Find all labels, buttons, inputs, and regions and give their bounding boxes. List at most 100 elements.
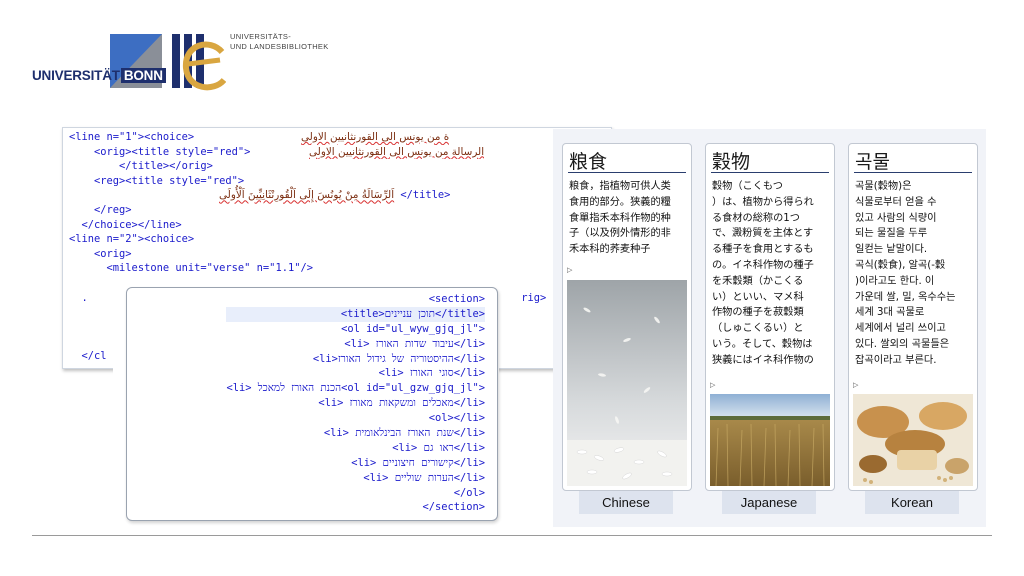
card-text-line: 子（以及例外情形的非 [569, 228, 671, 240]
university-logo: UNIVERSITÄT BONN UNIVERSITÄTS- UND LANDES… [32, 32, 329, 96]
card-text-line: 가운데 쌀, 밀, 옥수수는 [855, 291, 956, 303]
card-title: 곡물 [855, 151, 890, 173]
rice-grains-photo [567, 280, 687, 486]
xml-markup: </cl [69, 349, 107, 362]
bread-grains-photo [853, 394, 973, 486]
card-text-line: いう。そして、穀物は [712, 338, 813, 350]
card-text-line: 있다. 쌀외의 곡물들은 [855, 338, 950, 350]
card-text-line: 세계 3대 곡물로 [855, 307, 925, 319]
hebrew-code-line: <li> עיבוד שדות האורז</li> [344, 337, 485, 350]
hebrew-code-line: <ol></li> [428, 412, 485, 425]
card-text-line: 作物の種子を菽穀類 [712, 307, 804, 319]
xml-code-line: <reg><title style="red"> [69, 174, 450, 189]
card-korean: 곡물 곡물(穀物)은식물로부터 얻을 수있고 사람의 식량이되는 물질을 두루일… [848, 143, 978, 491]
xml-markup: <milestone unit="verse" n="1.1"/> [69, 262, 313, 275]
card-japanese: 穀物 穀物（こくもつ ）は、植物から得られ る食材の総称の1つで、澱粉質を主体とする… [705, 143, 835, 491]
xml-markup: </choice></line> [69, 218, 182, 231]
hebrew-code-line: <li> ראו גם</li> [392, 441, 485, 454]
card-text-line: 食用的部分。狭義的糧 [569, 196, 671, 208]
card-text-line: 되는 물질을 두루 [855, 228, 928, 240]
university-wordmark: UNIVERSITÄT BONN [32, 68, 166, 83]
wheat-field-photo [710, 394, 830, 486]
xml-code-line: </title></orig> [69, 159, 450, 174]
xml-code-line: اَلرِّسَالَةُ مِنْ يُونُسَ إِلَى اَلْقُو… [69, 188, 450, 203]
expand-arrow-icon[interactable]: ▷ [710, 381, 715, 389]
card-text-line: 食單指禾本科作物的种 [569, 212, 671, 224]
card-text-line: （しゅこくるい）と [712, 323, 804, 335]
card-text-line: る種子を食用とするも [712, 244, 814, 256]
hebrew-code-line: <li>ההיסטוריה של גידול האורז</li> [312, 352, 485, 365]
caption-chinese: Chinese [579, 491, 673, 514]
xml-markup: <orig><title style="red"> [69, 145, 251, 158]
xml-code-line: <line n="1"><choice> ة من يونس الى القورن… [69, 130, 450, 145]
card-text-line: 일컫는 낱말이다. [855, 244, 928, 256]
card-text: 곡물(穀物)은식물로부터 얻을 수있고 사람의 식량이되는 물질을 두루일컫는 … [855, 179, 971, 369]
card-text-line: 세계에서 널리 쓰이고 [855, 323, 946, 335]
card-text-line: る食材の総称の1つ [712, 212, 800, 224]
xml-markup-tail: rig> [515, 291, 547, 304]
card-title: 粮食 [569, 151, 608, 173]
title-divider [854, 172, 972, 173]
card-text-line: で、澱粉質を主体とす [712, 228, 814, 240]
xml-code-line: <line n="2"><choice> [69, 232, 450, 247]
card-text-line: の。イネ科作物の種子 [712, 259, 814, 271]
footer-divider [32, 535, 992, 536]
card-text: 穀物（こくもつ ）は、植物から得られ る食材の総称の1つで、澱粉質を主体とす る種子を… [712, 179, 828, 369]
card-text-line: 식물로부터 얻을 수 [855, 196, 937, 208]
card-text-line: 狭義にはイネ科作物の [712, 354, 814, 366]
card-text-line: い）といい、マメ科 [712, 291, 804, 303]
hebrew-code-line: <title>תוכן עניינים</title> [226, 306, 485, 322]
card-text-line: 곡식(穀食), 알곡(-穀 [855, 259, 946, 271]
hebrew-code-line: <li> קישורים חיצוניים</li> [351, 456, 485, 469]
xml-markup: </reg> [69, 203, 132, 216]
card-text-line: 있고 사람의 식량이 [855, 212, 937, 224]
hebrew-code-line: <li> מאכלים ומשקאות מאורז</li> [318, 397, 485, 410]
hebrew-code-line: </ol> [453, 486, 485, 499]
arabic-text: الرسالة من يونس الى القورنثانيين الاولى [309, 145, 485, 158]
xml-markup: <orig> [69, 247, 132, 260]
xml-markup: </title></orig> [69, 160, 213, 173]
arabic-text: ة من يونس الى القورنثانيين الاولى [301, 131, 450, 143]
xml-markup-tail: </title> [394, 189, 451, 202]
xml-code-line: </choice></line> [69, 218, 450, 233]
card-text-line: ）は、植物から得られ [712, 196, 814, 208]
card-text: 粮食，指植物可供人类 食用的部分。狭義的糧 食單指禾本科作物的种 子（以及例外情形的非… [569, 179, 685, 258]
expand-arrow-icon[interactable]: ▷ [567, 266, 572, 274]
xml-markup: <line n="2"><choice> [69, 233, 195, 246]
hebrew-code-line: <ol id="ul_wyw_gjq_jl"> [341, 322, 485, 335]
hebrew-code-line: <li> הכנת האורז למאכל<ol id="ul_gzw_gjq_… [226, 382, 485, 395]
card-text-line: 곡물(穀物)은 [855, 181, 912, 192]
xml-code-line: <milestone unit="verse" n="1.1"/> [69, 261, 450, 276]
xml-markup: <reg><title style="red"> [69, 174, 245, 187]
hebrew-code-line: <li> סוגי האורז</li> [378, 367, 485, 380]
card-text-line: )이라고도 한다. 이 [855, 275, 935, 287]
card-title: 穀物 [712, 151, 751, 173]
hebrew-code-line: <section> [428, 293, 485, 305]
ulb-logo-icon [172, 34, 226, 91]
hebrew-editor-panel: <section> <title>תוכן עניינים</title> <ol … [113, 287, 499, 527]
hebrew-code-line: <li> הערות שוליים</li> [363, 471, 485, 484]
card-text-line: 잡곡이라고 부른다. [855, 354, 937, 366]
grain-comparison-panel: 粮食 粮食，指植物可供人类 食用的部分。狭義的糧 食單指禾本科作物的种 子（以及例外情… [553, 129, 986, 527]
hebrew-code-line: </section> [422, 501, 485, 514]
title-divider [568, 172, 686, 173]
card-text-line: 穀物（こくもつ [712, 181, 783, 192]
xml-code-line: </reg> [69, 203, 450, 218]
caption-korean: Korean [865, 491, 959, 514]
expand-arrow-icon[interactable]: ▷ [853, 381, 858, 389]
xml-code-line: <orig><title style="red"> الرسالة من يونس… [69, 145, 484, 160]
hebrew-code-line: <li> שנת האורז הבינלאומית</li> [323, 427, 485, 440]
card-text-line: 粮食，指植物可供人类 [569, 181, 671, 192]
title-divider [711, 172, 829, 173]
card-text-line: を禾穀類（かこくる [712, 275, 804, 287]
library-wordmark: UNIVERSITÄTS- UND LANDESBIBLIOTHEK [230, 32, 329, 51]
xml-markup: <line n="1"><choice> [69, 131, 195, 143]
arabic-text: اَلرِّسَالَةُ مِنْ يُونُسَ إِلَى اَلْقُو… [219, 189, 395, 202]
xml-code-line: <orig> [69, 247, 450, 262]
card-chinese: 粮食 粮食，指植物可供人类 食用的部分。狭義的糧 食單指禾本科作物的种 子（以及例外情… [562, 143, 692, 491]
caption-japanese: Japanese [722, 491, 816, 514]
xml-markup: . [69, 291, 88, 304]
hebrew-code-block: <section> <title>תוכן עניינים</title> <ol … [226, 292, 485, 515]
card-text-line: 禾本科的荞麦种子 [569, 244, 651, 256]
hebrew-code-window[interactable]: <section> <title>תוכן עניינים</title> <ol … [126, 287, 498, 521]
